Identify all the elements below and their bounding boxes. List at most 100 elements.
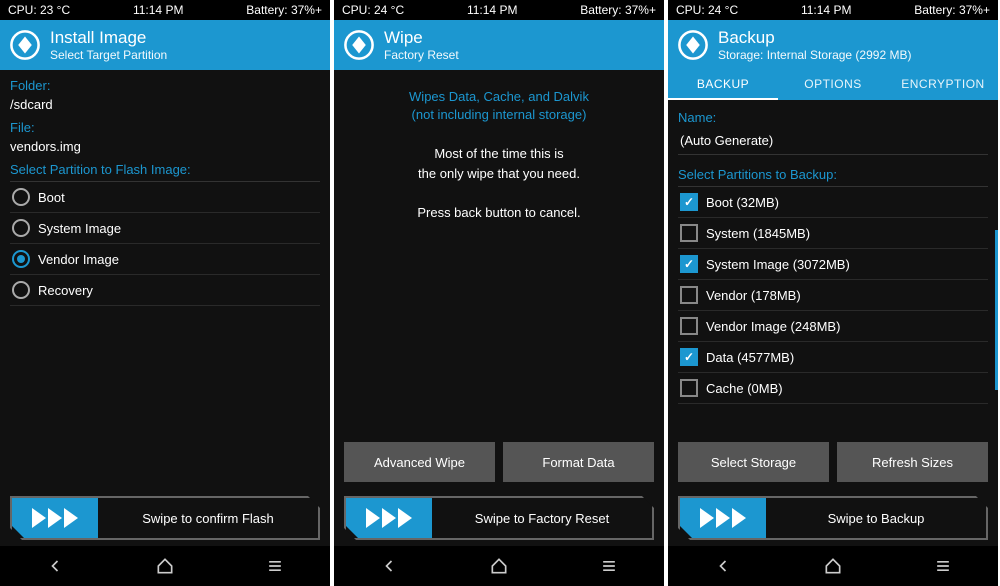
- partition-check-row[interactable]: Data (4577MB): [678, 342, 988, 373]
- status-battery: Battery: 37%+: [914, 3, 990, 17]
- partition-radio-row[interactable]: System Image: [10, 213, 320, 244]
- partition-label: Recovery: [38, 283, 93, 298]
- partition-label: Boot (32MB): [706, 195, 779, 210]
- checkbox-icon[interactable]: [680, 224, 698, 242]
- folder-value: /sdcard: [10, 97, 320, 112]
- back-icon[interactable]: [713, 556, 733, 576]
- status-time: 11:14 PM: [133, 3, 183, 17]
- swipe-factory-reset[interactable]: Swipe to Factory Reset: [344, 496, 654, 540]
- swipe-label: Swipe to Factory Reset: [432, 498, 652, 538]
- name-value[interactable]: (Auto Generate): [678, 129, 988, 155]
- tab-backup[interactable]: BACKUP: [668, 70, 778, 100]
- file-value: vendors.img: [10, 139, 320, 154]
- radio-icon[interactable]: [12, 281, 30, 299]
- page-title: Backup: [718, 28, 911, 48]
- status-bar: CPU: 23 °C 11:14 PM Battery: 37%+: [0, 0, 330, 20]
- wipe-desc-line1: Wipes Data, Cache, and Dalvik: [362, 88, 636, 106]
- checkbox-icon[interactable]: [680, 286, 698, 304]
- wipe-description: Wipes Data, Cache, and Dalvik (not inclu…: [362, 88, 636, 124]
- partition-label: Data (4577MB): [706, 350, 794, 365]
- back-icon[interactable]: [45, 556, 65, 576]
- twrp-logo-icon: [8, 28, 42, 62]
- wipe-info-line2: the only wipe that you need.: [362, 164, 636, 184]
- partition-check-row[interactable]: Vendor Image (248MB): [678, 311, 988, 342]
- partition-check-row[interactable]: System (1845MB): [678, 218, 988, 249]
- status-cpu: CPU: 24 °C: [676, 3, 738, 17]
- swipe-container: Swipe to Factory Reset: [334, 488, 664, 546]
- partition-radio-row[interactable]: Boot: [10, 182, 320, 213]
- wipe-info: Most of the time this is the only wipe t…: [362, 144, 636, 223]
- screen-backup: CPU: 24 °C 11:14 PM Battery: 37%+ Backup…: [668, 0, 998, 586]
- header-text: Wipe Factory Reset: [384, 28, 459, 62]
- navbar: [334, 546, 664, 586]
- wipe-info-line1: Most of the time this is: [362, 144, 636, 164]
- tab-options[interactable]: OPTIONS: [778, 70, 888, 100]
- partition-check-row[interactable]: Vendor (178MB): [678, 280, 988, 311]
- menu-icon[interactable]: [265, 556, 285, 576]
- page-subtitle: Factory Reset: [384, 48, 459, 62]
- partition-label: Vendor (178MB): [706, 288, 801, 303]
- swipe-confirm-flash[interactable]: Swipe to confirm Flash: [10, 496, 320, 540]
- menu-icon[interactable]: [933, 556, 953, 576]
- twrp-logo-icon: [676, 28, 710, 62]
- scrollbar[interactable]: [995, 230, 998, 390]
- partition-label: Cache (0MB): [706, 381, 783, 396]
- partition-check-row[interactable]: System Image (3072MB): [678, 249, 988, 280]
- screen-install: CPU: 23 °C 11:14 PM Battery: 37%+ Instal…: [0, 0, 330, 586]
- page-title: Install Image: [50, 28, 167, 48]
- screen-wipe: CPU: 24 °C 11:14 PM Battery: 37%+ Wipe F…: [334, 0, 664, 586]
- advanced-wipe-button[interactable]: Advanced Wipe: [344, 442, 495, 482]
- select-storage-button[interactable]: Select Storage: [678, 442, 829, 482]
- button-row: Advanced Wipe Format Data: [334, 442, 664, 488]
- partition-check-row[interactable]: Boot (32MB): [678, 187, 988, 218]
- header-text: Backup Storage: Internal Storage (2992 M…: [718, 28, 911, 62]
- partition-label: Vendor Image: [38, 252, 119, 267]
- swipe-handle-icon[interactable]: [346, 498, 432, 538]
- swipe-handle-icon[interactable]: [12, 498, 98, 538]
- menu-icon[interactable]: [599, 556, 619, 576]
- header: Wipe Factory Reset: [334, 20, 664, 70]
- swipe-container: Swipe to confirm Flash: [0, 488, 330, 546]
- refresh-sizes-button[interactable]: Refresh Sizes: [837, 442, 988, 482]
- partition-label: Boot: [38, 190, 65, 205]
- partition-radio-row[interactable]: Vendor Image: [10, 244, 320, 275]
- partition-label: Vendor Image (248MB): [706, 319, 840, 334]
- tab-encryption[interactable]: ENCRYPTION: [888, 70, 998, 100]
- home-icon[interactable]: [155, 556, 175, 576]
- checkbox-icon[interactable]: [680, 193, 698, 211]
- partition-label: System Image (3072MB): [706, 257, 850, 272]
- back-icon[interactable]: [379, 556, 399, 576]
- status-time: 11:14 PM: [801, 3, 851, 17]
- status-cpu: CPU: 24 °C: [342, 3, 404, 17]
- wipe-info-line3: Press back button to cancel.: [362, 203, 636, 223]
- partition-radio-row[interactable]: Recovery: [10, 275, 320, 306]
- navbar: [668, 546, 998, 586]
- swipe-handle-icon[interactable]: [680, 498, 766, 538]
- status-battery: Battery: 37%+: [580, 3, 656, 17]
- checkbox-icon[interactable]: [680, 348, 698, 366]
- content: Name: (Auto Generate) Select Partitions …: [668, 100, 998, 442]
- header-text: Install Image Select Target Partition: [50, 28, 167, 62]
- swipe-backup[interactable]: Swipe to Backup: [678, 496, 988, 540]
- home-icon[interactable]: [823, 556, 843, 576]
- partition-check-row[interactable]: Cache (0MB): [678, 373, 988, 404]
- format-data-button[interactable]: Format Data: [503, 442, 654, 482]
- radio-icon[interactable]: [12, 188, 30, 206]
- checkbox-icon[interactable]: [680, 317, 698, 335]
- radio-icon[interactable]: [12, 219, 30, 237]
- status-bar: CPU: 24 °C 11:14 PM Battery: 37%+: [334, 0, 664, 20]
- backup-section-head: Select Partitions to Backup:: [678, 167, 988, 187]
- swipe-label: Swipe to confirm Flash: [98, 498, 318, 538]
- partition-label: System Image: [38, 221, 121, 236]
- checkbox-icon[interactable]: [680, 255, 698, 273]
- folder-label: Folder:: [10, 78, 320, 93]
- status-battery: Battery: 37%+: [246, 3, 322, 17]
- header: Backup Storage: Internal Storage (2992 M…: [668, 20, 998, 70]
- navbar: [0, 546, 330, 586]
- button-row: Select Storage Refresh Sizes: [668, 442, 998, 488]
- radio-icon[interactable]: [12, 250, 30, 268]
- status-cpu: CPU: 23 °C: [8, 3, 70, 17]
- swipe-container: Swipe to Backup: [668, 488, 998, 546]
- checkbox-icon[interactable]: [680, 379, 698, 397]
- home-icon[interactable]: [489, 556, 509, 576]
